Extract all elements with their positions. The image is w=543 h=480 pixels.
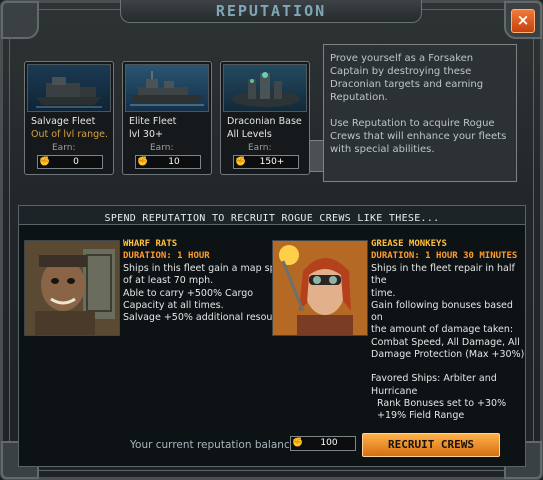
elite-fleet-image xyxy=(125,64,209,112)
spend-header: SPEND REPUTATION TO RECRUIT ROGUE CREWS … xyxy=(19,206,525,225)
crew-description: Ships in this fleet gain a map speed of … xyxy=(123,263,295,324)
reputation-fist-icon: ✊ xyxy=(39,157,51,167)
info-paragraph: Prove yourself as a Forsaken Captain by … xyxy=(330,53,484,103)
recruit-crews-button[interactable]: RECRUIT CREWS xyxy=(362,433,500,457)
description-line: Able to carry +500% Cargo xyxy=(123,287,254,299)
frame-corner-top-left xyxy=(1,1,39,39)
card-requirement: Out of lvl range. xyxy=(31,129,108,140)
crew-duration: DURATION: 1 HOUR 30 MINUTES xyxy=(371,251,518,261)
reputation-fist-icon: ✊ xyxy=(235,157,247,167)
info-panel: Prove yourself as a Forsaken Captain by … xyxy=(323,44,517,182)
description-line: Ships in the fleet repair in half the xyxy=(371,263,515,287)
title-plate: REPUTATION xyxy=(120,0,422,23)
description-line: time. xyxy=(371,287,396,299)
spend-panel: SPEND REPUTATION TO RECRUIT ROGUE CREWS … xyxy=(18,205,526,467)
wharf-rats-portrait xyxy=(24,240,120,336)
earn-box: ✊ 0 xyxy=(37,155,103,169)
description-line: of at least 70 mph. xyxy=(123,275,214,287)
card-requirement: lvl 30+ xyxy=(129,129,163,140)
earn-box: ✊ 150+ xyxy=(233,155,299,169)
earn-value: 10 xyxy=(168,157,180,167)
grease-monkeys-portrait xyxy=(272,240,368,336)
description-line: Ships in this fleet gain a map speed xyxy=(123,263,294,274)
description-line: Hurricane xyxy=(371,385,418,397)
crew-description: Ships in the fleet repair in half the ti… xyxy=(371,263,525,423)
description-line xyxy=(371,361,525,373)
spend-title: SPEND REPUTATION TO RECRUIT ROGUE CREWS … xyxy=(104,213,440,224)
earn-value: 150+ xyxy=(259,157,285,167)
card-name: Salvage Fleet xyxy=(31,116,96,127)
window-title: REPUTATION xyxy=(215,2,327,20)
close-button[interactable]: × xyxy=(511,9,535,33)
reputation-fist-icon: ✊ xyxy=(137,157,149,167)
description-line: Salvage +50% additional resources. xyxy=(123,312,296,324)
earn-value: 0 xyxy=(73,157,79,167)
description-line: the amount of damage taken: xyxy=(371,324,514,336)
card-requirement: All Levels xyxy=(227,129,272,140)
description-line: Capacity at all times. xyxy=(123,299,224,311)
description-line: Gain following bonuses based on xyxy=(371,299,513,324)
earn-label: Earn: xyxy=(248,143,272,153)
salvage-fleet-image xyxy=(27,64,111,112)
balance-box: ✊ 100 xyxy=(290,436,356,451)
balance-value: 100 xyxy=(320,438,338,448)
target-card-elite-fleet[interactable]: Elite Fleet lvl 30+ Earn: ✊ 10 xyxy=(122,61,212,175)
description-line: +19% Field Range xyxy=(371,410,465,422)
card-name: Elite Fleet xyxy=(129,116,177,127)
crew-name: WHARF RATS xyxy=(123,239,178,249)
description-line: Rank Bonuses set to +30% xyxy=(371,397,507,409)
description-line: Favored Ships: Arbiter and xyxy=(371,373,497,385)
card-name: Draconian Base xyxy=(227,116,302,127)
target-card-draconian-base[interactable]: Draconian Base All Levels Earn: ✊ 150+ xyxy=(220,61,310,175)
earn-label: Earn: xyxy=(150,143,174,153)
crew-duration: DURATION: 1 HOUR xyxy=(123,251,210,261)
target-card-salvage-fleet[interactable]: Salvage Fleet Out of lvl range. Earn: ✊ … xyxy=(24,61,114,175)
earn-box: ✊ 10 xyxy=(135,155,201,169)
earn-label: Earn: xyxy=(52,143,76,153)
reputation-fist-icon: ✊ xyxy=(292,438,304,448)
description-line: Damage Protection (Max +30%) xyxy=(371,349,525,361)
draconian-base-image xyxy=(223,64,307,112)
description-line: Combat Speed, All Damage, All xyxy=(371,336,520,348)
balance-label: Your current reputation balance is xyxy=(130,439,308,451)
info-paragraph: Use Reputation to acquire Rogue Crews th… xyxy=(330,118,507,155)
crew-name: GREASE MONKEYS xyxy=(371,239,447,249)
